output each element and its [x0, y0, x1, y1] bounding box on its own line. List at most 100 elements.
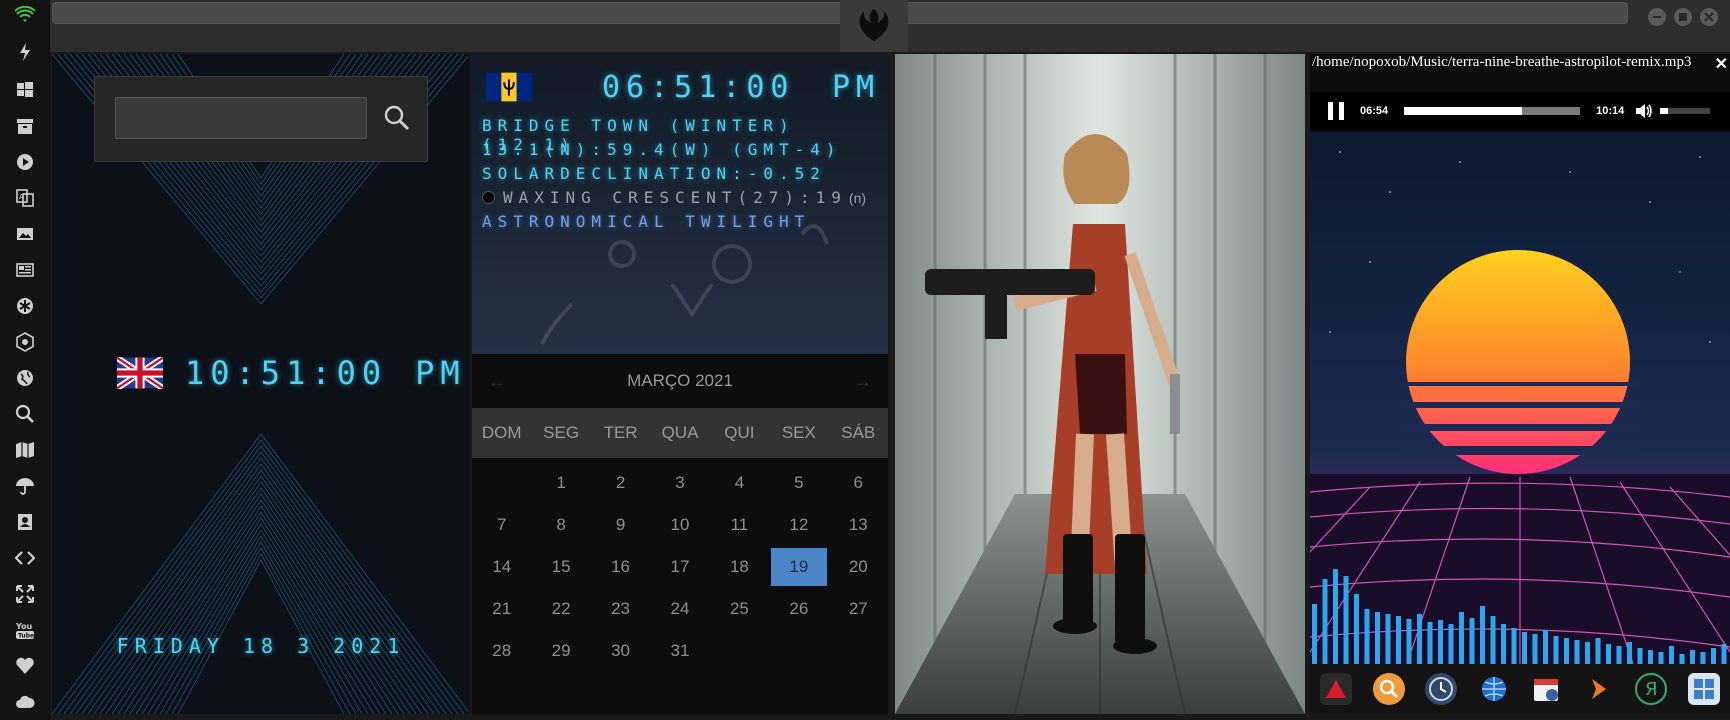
calendar-day[interactable]: 30: [591, 630, 650, 672]
moon-suffix: (n): [848, 189, 867, 206]
globe-icon[interactable]: [13, 366, 37, 390]
desktop: A You Tube 10:51:00 PM FRIDAY 18 3 2021 …: [0, 0, 1730, 720]
calendar-day[interactable]: 3: [650, 462, 709, 504]
visualizer-bar: [1658, 652, 1664, 664]
youtube-icon[interactable]: You Tube: [13, 618, 37, 642]
barbados-flag-icon: [486, 72, 532, 102]
heart-icon[interactable]: [13, 654, 37, 678]
close-player-button[interactable]: ✕: [1715, 54, 1728, 74]
windows-icon[interactable]: [13, 78, 37, 102]
map-icon[interactable]: [13, 438, 37, 462]
volume-fill: [1660, 108, 1668, 114]
calendar-day[interactable]: 12: [769, 504, 828, 546]
photo-illustration: [895, 54, 1305, 714]
calculator-icon[interactable]: [1687, 673, 1720, 705]
volume-icon[interactable]: [1634, 101, 1654, 121]
hexagon-icon[interactable]: [13, 330, 37, 354]
visualizer-bar: [1438, 620, 1443, 664]
wifi-icon[interactable]: [13, 4, 37, 28]
calendar-day[interactable]: 18: [710, 546, 769, 588]
app-dock: Я: [1310, 664, 1730, 714]
calendar-day[interactable]: 15: [531, 546, 590, 588]
visualizer-bar: [1606, 644, 1611, 664]
news-icon[interactable]: [13, 258, 37, 282]
calendar-day[interactable]: 8: [531, 504, 590, 546]
visualizer-bar: [1532, 634, 1538, 664]
calendar-day[interactable]: 26: [769, 588, 828, 630]
visualizer-bar: [1564, 638, 1569, 664]
expand-icon[interactable]: [13, 582, 37, 606]
calendar-day[interactable]: 1: [531, 462, 590, 504]
calendar-day[interactable]: 11: [710, 504, 769, 546]
pause-button[interactable]: [1328, 102, 1344, 120]
visualizer-bar: [1427, 622, 1433, 664]
bolt-icon[interactable]: [13, 40, 37, 64]
calendar-day[interactable]: 9: [591, 504, 650, 546]
calendar-day[interactable]: 31: [650, 630, 709, 672]
seek-fill: [1404, 107, 1523, 115]
calendar-day[interactable]: 21: [472, 588, 531, 630]
calendar-day[interactable]: 25: [710, 588, 769, 630]
volume-slider[interactable]: [1660, 108, 1711, 114]
clock-app-icon[interactable]: [1425, 673, 1458, 705]
calendar-weekdays: DOM SEG TER QUA QUI SEX SÁB: [472, 408, 888, 458]
calendar-day[interactable]: 24: [650, 588, 709, 630]
rebel-tab[interactable]: [840, 0, 908, 52]
asterisk-icon[interactable]: [13, 294, 37, 318]
calendar-day[interactable]: 29: [531, 630, 590, 672]
calendar-day[interactable]: 7: [472, 504, 531, 546]
cloud-icon[interactable]: [13, 690, 37, 714]
maximize-button[interactable]: [1674, 8, 1692, 26]
triangle-app-icon[interactable]: [1320, 673, 1353, 705]
play-icon[interactable]: [13, 150, 37, 174]
image-icon[interactable]: [13, 222, 37, 246]
search-icon[interactable]: [13, 402, 37, 426]
magnifier-icon: [384, 105, 410, 131]
calendar-day[interactable]: 14: [472, 546, 531, 588]
calendar-day[interactable]: 5: [769, 462, 828, 504]
calendar-day[interactable]: 6: [829, 462, 888, 504]
yandex-icon[interactable]: Я: [1635, 673, 1668, 705]
moon-line: WAXING CRESCENT(27):19 (n): [482, 188, 866, 207]
visualizer-bar: [1480, 606, 1485, 664]
umbrella-icon[interactable]: [13, 474, 37, 498]
calendar-day[interactable]: 22: [531, 588, 590, 630]
search-app-icon[interactable]: [1372, 673, 1405, 705]
calendar-day[interactable]: 28: [472, 630, 531, 672]
calendar-app-icon[interactable]: [1530, 673, 1562, 705]
globe-app-icon[interactable]: [1478, 673, 1510, 705]
track-path: /home/nopoxob/Music/terra-nine-breathe-a…: [1312, 54, 1692, 70]
calendar-day[interactable]: 10: [650, 504, 709, 546]
minimize-button[interactable]: [1648, 8, 1666, 26]
close-button[interactable]: [1700, 8, 1718, 26]
world-clock-panel: 10:51:00 PM FRIDAY 18 3 2021: [52, 54, 470, 714]
calendar-day[interactable]: 4: [710, 462, 769, 504]
search-button[interactable]: [377, 97, 417, 139]
calendar-next-button[interactable]: →: [854, 371, 872, 392]
calendar-day[interactable]: 2: [591, 462, 650, 504]
calendar-day[interactable]: 23: [591, 588, 650, 630]
arrow-app-icon[interactable]: [1583, 673, 1615, 705]
seek-bar[interactable]: [1404, 107, 1581, 115]
calendar-prev-button[interactable]: ←: [488, 371, 506, 392]
chevron-line: [159, 541, 363, 714]
calendar-day[interactable]: 17: [650, 546, 709, 588]
translate-icon[interactable]: A: [13, 186, 37, 210]
top-bar: [50, 0, 1730, 52]
calendar-day[interactable]: 20: [829, 546, 888, 588]
visualizer-bar: [1333, 569, 1338, 664]
search-input[interactable]: [115, 97, 367, 139]
weekday-header: QUA: [661, 423, 699, 442]
calendar-day-today[interactable]: 19: [771, 548, 827, 586]
code-icon[interactable]: [13, 546, 37, 570]
calendar-grid: 1 2 3 4 5 6 7 8 9 10 11 12 13 14 15 16 17 18 19 20 21 22 23 24 2…: [472, 462, 888, 672]
chevron-line: [153, 535, 369, 714]
calendar-day[interactable]: 16: [591, 546, 650, 588]
calendar-day[interactable]: 13: [829, 504, 888, 546]
calendar-day[interactable]: 27: [829, 588, 888, 630]
visualizer-bar: [1637, 648, 1643, 664]
contacts-icon[interactable]: [13, 510, 37, 534]
archive-icon[interactable]: [13, 114, 37, 138]
pause-bar-right: [1339, 102, 1344, 120]
visualizer-bar: [1574, 640, 1580, 664]
